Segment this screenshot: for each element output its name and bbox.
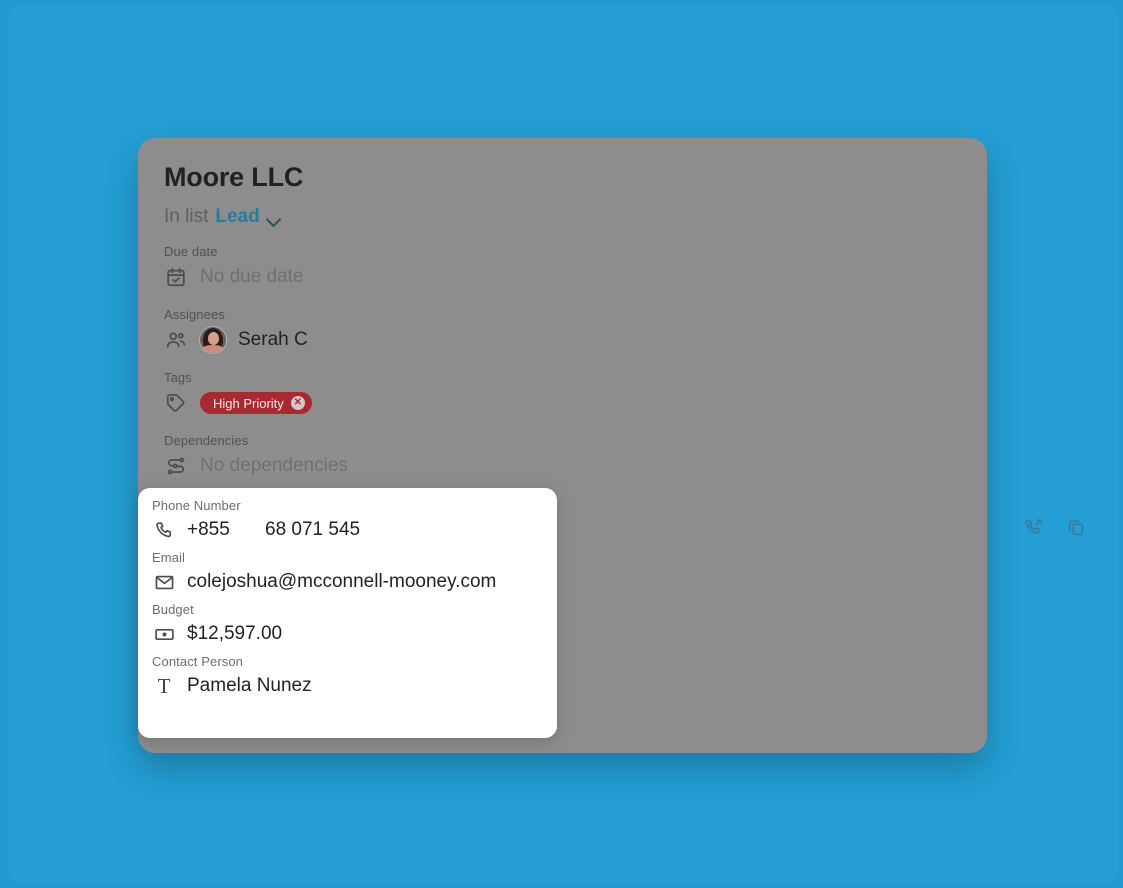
calendar-check-icon <box>164 265 188 289</box>
dependencies-value: No dependencies <box>200 455 348 476</box>
call-outgoing-icon[interactable] <box>1023 516 1045 538</box>
chevron-down-icon <box>267 214 282 223</box>
field-due-date: Due date No due date <box>164 244 961 291</box>
popover-field-email: Email colejoshua@mcconnell-mooney.com <box>152 550 541 597</box>
tag-label: High Priority <box>213 395 284 411</box>
field-label-tags: Tags <box>164 370 192 385</box>
copy-icon[interactable] <box>1065 516 1087 538</box>
contact-person-value: Pamela Nunez <box>187 675 312 696</box>
field-label-due-date: Due date <box>164 244 218 259</box>
avatar <box>200 327 226 353</box>
field-assignees: Assignees Serah C <box>164 307 961 354</box>
phone-value-row[interactable]: +855 68 071 545 <box>152 515 541 545</box>
field-label-assignees: Assignees <box>164 307 225 322</box>
page-title: Moore LLC <box>164 162 304 192</box>
tags-value-row[interactable]: High Priority ✕ <box>164 389 961 417</box>
in-list-value: Lead <box>215 206 260 227</box>
contact-person-value-row[interactable]: T Pamela Nunez <box>152 671 541 701</box>
phone-value: +855 68 071 545 <box>187 519 360 541</box>
tag-icon <box>164 391 188 415</box>
popover-field-budget: Budget $12,597.00 <box>152 602 541 649</box>
assignee-name: Serah C <box>238 329 308 350</box>
dependencies-icon <box>164 454 188 478</box>
budget-value-row[interactable]: $12,597.00 <box>152 619 541 649</box>
in-list-prefix-label: In list <box>164 206 209 227</box>
due-date-value: No due date <box>200 266 304 287</box>
in-list-selector[interactable]: In list Lead <box>164 206 961 228</box>
field-tags: Tags High Priority ✕ <box>164 370 961 417</box>
dependencies-value-row[interactable]: No dependencies <box>164 452 961 480</box>
popover-label-phone: Phone Number <box>152 498 241 513</box>
assignees-value-row[interactable]: Serah C <box>164 326 961 354</box>
field-label-dependencies: Dependencies <box>164 433 249 448</box>
email-value-row[interactable]: colejoshua@mcconnell-mooney.com <box>152 567 541 597</box>
popover-label-budget: Budget <box>152 602 194 617</box>
popover-field-contact-person: Contact Person T Pamela Nunez <box>152 654 541 701</box>
tag-chip-high-priority[interactable]: High Priority ✕ <box>200 392 312 414</box>
popover-label-contact-person: Contact Person <box>152 654 244 669</box>
field-dependencies: Dependencies No dependencies <box>164 433 961 480</box>
phone-row-actions <box>1023 516 1087 538</box>
phone-icon <box>152 518 176 542</box>
people-icon <box>164 328 188 352</box>
budget-value: $12,597.00 <box>187 623 283 644</box>
popover-field-phone: Phone Number +855 68 071 545 <box>152 498 541 545</box>
close-icon[interactable]: ✕ <box>290 396 305 410</box>
banknote-icon <box>152 622 176 646</box>
email-value: colejoshua@mcconnell-mooney.com <box>187 571 497 592</box>
due-date-value-row[interactable]: No due date <box>164 263 961 291</box>
phone-number: 68 071 545 <box>265 519 361 540</box>
text-field-icon: T <box>157 673 171 698</box>
phone-country-code: +855 <box>187 519 230 540</box>
envelope-icon <box>152 570 176 594</box>
contact-details-popover: Phone Number +855 68 071 545 Email colej… <box>138 488 557 738</box>
popover-label-email: Email <box>152 550 186 565</box>
